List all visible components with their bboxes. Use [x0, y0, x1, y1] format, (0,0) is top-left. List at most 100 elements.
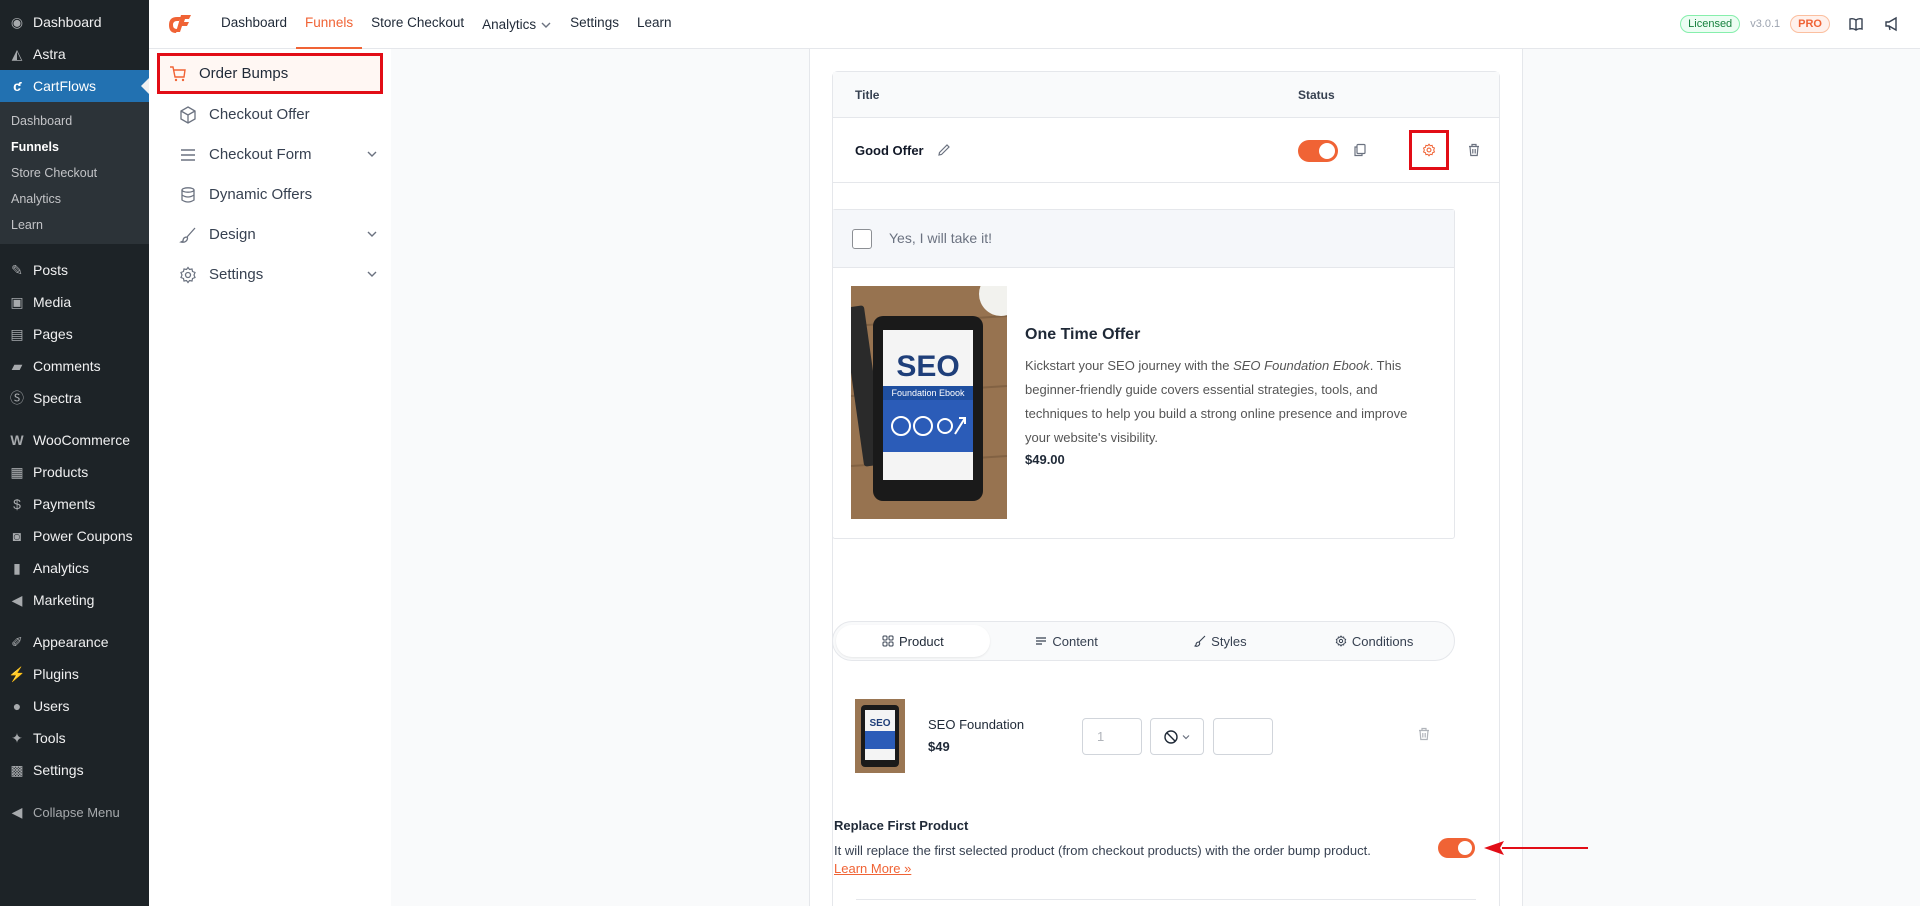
section-divider	[856, 899, 1476, 900]
table-header: Title Status	[833, 72, 1499, 118]
wp-menu-appearance[interactable]: ✐ Appearance	[0, 626, 149, 658]
wp-menu-users[interactable]: ● Users	[0, 690, 149, 722]
submenu-store-checkout[interactable]: Store Checkout	[0, 160, 149, 186]
offer-settings-button[interactable]	[1409, 130, 1449, 170]
wp-menu-astra[interactable]: ◭ Astra	[0, 38, 149, 70]
nav-analytics[interactable]: Analytics	[473, 0, 561, 49]
wp-menu-marketing[interactable]: ◀ Marketing	[0, 584, 149, 616]
submenu-analytics[interactable]: Analytics	[0, 186, 149, 212]
wp-menu-payments[interactable]: $ Payments	[0, 488, 149, 520]
pages-icon: ▤	[10, 325, 24, 342]
cart-icon	[169, 65, 187, 83]
preview-text: One Time Offer Kickstart your SEO journe…	[1025, 326, 1435, 467]
wp-menu-power-coupons[interactable]: ◙ Power Coupons	[0, 520, 149, 552]
quantity-input[interactable]: 1	[1082, 718, 1142, 755]
database-icon	[179, 186, 197, 204]
offer-status-toggle[interactable]	[1298, 140, 1338, 162]
settings-nav-label: Settings	[209, 266, 264, 283]
wp-menu-analytics[interactable]: ▮ Analytics	[0, 552, 149, 584]
wp-menu-label: Analytics	[33, 560, 90, 576]
order-bumps-panel: Title Status Good Offer Yes, I will take…	[809, 49, 1523, 906]
column-title-header: Title	[855, 88, 880, 102]
chevron-down-icon	[541, 22, 551, 28]
duplicate-icon[interactable]	[1351, 141, 1369, 159]
user-icon: ●	[12, 698, 22, 714]
settings-nav-checkout-offer[interactable]: Checkout Offer	[157, 95, 383, 134]
table-row: Good Offer	[833, 118, 1499, 183]
submenu-funnels[interactable]: Funnels	[0, 134, 149, 160]
wp-menu-label: Media	[33, 294, 72, 310]
trash-icon[interactable]	[1465, 141, 1483, 159]
wp-menu-posts[interactable]: ✎ Posts	[0, 254, 149, 286]
order-bump-preview: Yes, I will take it! SEO Foundation Eboo…	[832, 209, 1455, 539]
pro-badge: PRO	[1790, 15, 1830, 33]
nav-analytics-label: Analytics	[482, 17, 537, 32]
take-offer-label: Yes, I will take it!	[889, 230, 992, 246]
submenu-learn[interactable]: Learn	[0, 212, 149, 238]
collapse-menu-button[interactable]: ◀ Collapse Menu	[0, 796, 149, 828]
product-image: SEO Foundation Ebook	[851, 286, 1007, 519]
image-title-text: SEO	[896, 350, 959, 383]
wrench-icon: ✦	[11, 729, 23, 746]
nav-funnels[interactable]: Funnels	[296, 0, 363, 49]
replace-first-product-label: Replace First Product	[834, 818, 969, 833]
top-nav: Dashboard Funnels Store Checkout Analyti…	[212, 0, 680, 49]
tab-content[interactable]: Content	[990, 625, 1144, 657]
cartflows-logo-icon[interactable]	[165, 11, 193, 35]
settings-nav-dynamic-offers[interactable]: Dynamic Offers	[157, 175, 383, 214]
bar-chart-icon: ▮	[13, 559, 21, 576]
take-offer-checkbox[interactable]	[852, 229, 872, 249]
wp-menu-settings[interactable]: ▩ Settings	[0, 754, 149, 786]
discount-type-select[interactable]	[1150, 718, 1204, 755]
settings-icon: ▩	[10, 761, 24, 778]
brush-icon	[179, 226, 197, 244]
book-icon[interactable]	[1846, 14, 1866, 34]
wp-menu-tools[interactable]: ✦ Tools	[0, 722, 149, 754]
wp-menu-spectra[interactable]: Ⓢ Spectra	[0, 382, 149, 414]
submenu-dashboard[interactable]: Dashboard	[0, 108, 149, 134]
wp-menu-dashboard[interactable]: ◉ Dashboard	[0, 6, 149, 38]
wp-menu-label: Dashboard	[33, 14, 102, 30]
offer-heading: One Time Offer	[1025, 326, 1141, 343]
comment-icon: ▰	[11, 357, 23, 374]
wp-menu-pages[interactable]: ▤ Pages	[0, 318, 149, 350]
wp-menu-cartflows[interactable]: ƈ CartFlows	[0, 70, 149, 102]
wp-menu-products[interactable]: ▦ Products	[0, 456, 149, 488]
learn-more-link[interactable]: Learn More »	[834, 861, 911, 876]
nav-store-checkout[interactable]: Store Checkout	[362, 0, 473, 49]
tab-product[interactable]: Product	[836, 625, 990, 657]
trash-icon[interactable]	[1417, 727, 1431, 741]
licensed-badge: Licensed	[1680, 15, 1741, 33]
image-subtitle-text: Foundation Ebook	[891, 388, 965, 398]
settings-nav-order-bumps[interactable]: Order Bumps	[157, 53, 383, 94]
chevron-down-icon	[367, 231, 377, 237]
settings-nav-label: Dynamic Offers	[209, 186, 313, 203]
wp-menu-label: Marketing	[33, 592, 95, 608]
settings-nav-settings[interactable]: Settings	[157, 255, 383, 294]
text-lines-icon	[1036, 637, 1047, 645]
wp-menu-plugins[interactable]: ⚡ Plugins	[0, 658, 149, 690]
wp-menu-media[interactable]: ▣ Media	[0, 286, 149, 318]
products-icon: ▦	[10, 463, 24, 480]
discount-value-input[interactable]	[1213, 718, 1273, 755]
payments-icon: $	[13, 496, 21, 512]
settings-nav-design[interactable]: Design	[157, 215, 383, 254]
wp-menu-comments[interactable]: ▰ Comments	[0, 350, 149, 382]
megaphone-icon[interactable]	[1882, 14, 1902, 34]
tab-styles[interactable]: Styles	[1144, 625, 1298, 657]
nav-learn[interactable]: Learn	[628, 0, 681, 49]
collapse-icon: ◀	[11, 803, 23, 820]
offer-title: Good Offer	[855, 143, 924, 158]
tab-conditions[interactable]: Conditions	[1297, 625, 1451, 657]
thumbnail-text: SEO	[869, 718, 890, 729]
replace-first-product-toggle[interactable]	[1438, 838, 1475, 858]
nav-dashboard[interactable]: Dashboard	[212, 0, 296, 49]
wp-menu-label: Payments	[33, 496, 96, 512]
settings-nav-label: Order Bumps	[199, 65, 289, 82]
settings-nav-checkout-form[interactable]: Checkout Form	[157, 135, 383, 174]
wp-menu-woocommerce[interactable]: W WooCommerce	[0, 424, 149, 456]
nav-settings[interactable]: Settings	[561, 0, 628, 49]
wp-menu-label: Posts	[33, 262, 69, 278]
pencil-icon[interactable]	[937, 143, 951, 157]
settings-nav-label: Design	[209, 226, 256, 243]
